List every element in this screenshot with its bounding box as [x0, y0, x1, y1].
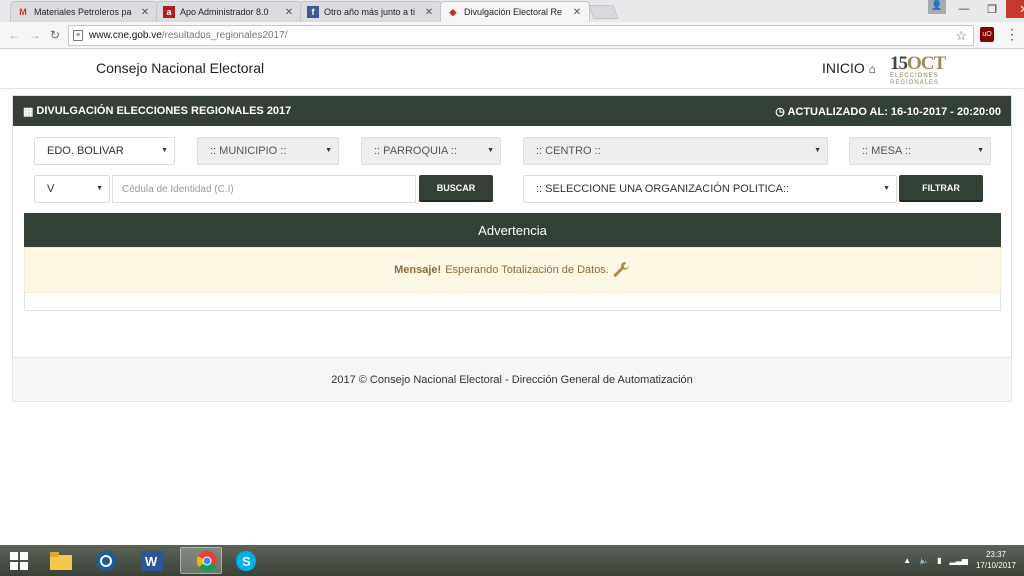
cedula-input[interactable]: Cédula de Identidad (C.I)	[112, 175, 416, 203]
warning-message: Mensaje! Esperando Totalización de Datos…	[24, 247, 1001, 293]
inicio-link[interactable]: INICIO ⌂	[822, 60, 876, 76]
address-bar[interactable]: ≡ www.cne.gob.ve/resultados_regionales20…	[68, 25, 974, 46]
chevron-down-icon: ▼	[487, 147, 494, 154]
close-tab-icon[interactable]: ✕	[139, 7, 151, 18]
browser-toolbar: ← → ↻ ≡ www.cne.gob.ve/resultados_region…	[0, 22, 1024, 49]
chevron-down-icon: ▼	[977, 147, 984, 154]
browser-tab[interactable]: a Apo Administrador 8.0 ✕	[156, 1, 302, 22]
wrench-icon	[613, 262, 629, 277]
app-icon[interactable]	[89, 547, 123, 574]
web-page: Consejo Nacional Electoral INICIO ⌂ 15OC…	[0, 49, 1024, 545]
page-footer: 2017 © Consejo Nacional Electoral - Dire…	[12, 357, 1012, 402]
site-title[interactable]: Consejo Nacional Electoral	[96, 60, 264, 76]
user-icon[interactable]: 👤	[928, 0, 946, 14]
elecciones-regionales-logo: 15OCT ELECCIONES REGIONALES	[890, 53, 946, 86]
battery-icon[interactable]: ▮	[937, 556, 941, 565]
results-panel: ▦ DIVULGACIÓN ELECCIONES REGIONALES 2017…	[12, 95, 1012, 387]
svg-text:W: W	[145, 554, 158, 569]
close-tab-icon[interactable]: ✕	[423, 7, 435, 18]
browser-tab[interactable]: f Otro año más junto a ti ✕	[300, 1, 442, 22]
window-controls: — ❐ ✕	[950, 0, 1024, 18]
a-icon: a	[163, 6, 175, 18]
forward-icon[interactable]: →	[29, 28, 41, 42]
cne-icon: ◆	[449, 6, 457, 17]
back-icon[interactable]: ←	[8, 28, 20, 42]
chevron-down-icon: ▼	[814, 147, 821, 154]
show-hidden-icons-icon[interactable]: ▲	[903, 556, 911, 565]
site-header: Consejo Nacional Electoral INICIO ⌂ 15OC…	[0, 49, 1024, 89]
url-text: www.cne.gob.ve/resultados_regionales2017…	[89, 30, 288, 41]
chevron-down-icon: ▼	[883, 185, 890, 192]
chevron-down-icon: ▼	[96, 185, 103, 192]
chrome-menu-icon[interactable]: ⋮	[1005, 27, 1019, 41]
file-explorer-icon[interactable]	[44, 547, 78, 574]
organizacion-select[interactable]: :: SELECCIONE UNA ORGANIZACIÓN POLITICA:…	[523, 175, 897, 203]
browser-tab-active[interactable]: ◆ Divulgación Electoral Re ✕	[440, 1, 590, 22]
close-window-icon[interactable]: ✕	[1006, 0, 1024, 18]
table-icon: ▦	[23, 105, 34, 118]
windows-taskbar: W S ▲ 🔈 ▮ ▂▃▅ 23:37 17/10/2017	[0, 545, 1024, 576]
network-icon[interactable]: ▂▃▅	[949, 556, 967, 565]
warning-title: Advertencia	[24, 213, 1001, 247]
mesa-select[interactable]: :: MESA :: ▼	[849, 137, 991, 165]
new-tab-button[interactable]	[588, 5, 619, 19]
close-tab-icon[interactable]: ✕	[283, 7, 295, 18]
panel-header: ▦ DIVULGACIÓN ELECCIONES REGIONALES 2017…	[13, 96, 1011, 126]
chrome-taskbar-icon[interactable]	[180, 547, 222, 574]
nacionalidad-select[interactable]: V ▼	[34, 175, 110, 203]
clock-icon: ◷	[775, 105, 785, 118]
page-info-icon[interactable]: ≡	[73, 30, 83, 41]
reload-icon[interactable]: ↻	[50, 28, 60, 42]
buscar-button[interactable]: BUSCAR	[419, 175, 493, 202]
updated-at: ◷ ACTUALIZADO AL: 16-10-2017 - 20:20:00	[775, 105, 1001, 118]
chevron-down-icon: ▼	[325, 147, 332, 154]
chevron-down-icon: ▼	[161, 147, 168, 154]
windows-start-icon[interactable]	[2, 547, 36, 574]
system-tray: ▲ 🔈 ▮ ▂▃▅ 23:37 17/10/2017	[903, 549, 1016, 571]
filtrar-button[interactable]: FILTRAR	[899, 175, 983, 202]
restore-icon[interactable]: ❐	[978, 0, 1006, 18]
browser-tab-strip: M Materiales Petroleros pa ✕ a Apo Admin…	[0, 0, 1024, 22]
ublock-extension-icon[interactable]: uO	[980, 27, 994, 42]
panel-title: DIVULGACIÓN ELECCIONES REGIONALES 2017	[36, 105, 292, 117]
volume-icon[interactable]: 🔈	[919, 556, 929, 565]
parroquia-select[interactable]: :: PARROQUIA :: ▼	[361, 137, 501, 165]
bookmark-star-icon[interactable]: ☆	[955, 28, 967, 44]
gmail-icon: M	[19, 7, 27, 17]
svg-text:S: S	[242, 554, 251, 569]
warning-footer	[24, 293, 1001, 311]
minimize-icon[interactable]: —	[950, 0, 978, 18]
estado-select[interactable]: EDO. BOLIVAR ▼	[34, 137, 175, 165]
browser-tab[interactable]: M Materiales Petroleros pa ✕	[10, 1, 158, 22]
word-icon[interactable]: W	[135, 547, 169, 574]
centro-select[interactable]: :: CENTRO :: ▼	[523, 137, 828, 165]
close-tab-icon[interactable]: ✕	[571, 7, 583, 18]
facebook-icon: f	[307, 6, 319, 18]
home-icon: ⌂	[868, 62, 876, 76]
skype-icon[interactable]: S	[229, 547, 263, 574]
clock[interactable]: 23:37 17/10/2017	[976, 549, 1016, 571]
municipio-select[interactable]: :: MUNICIPIO :: ▼	[197, 137, 339, 165]
